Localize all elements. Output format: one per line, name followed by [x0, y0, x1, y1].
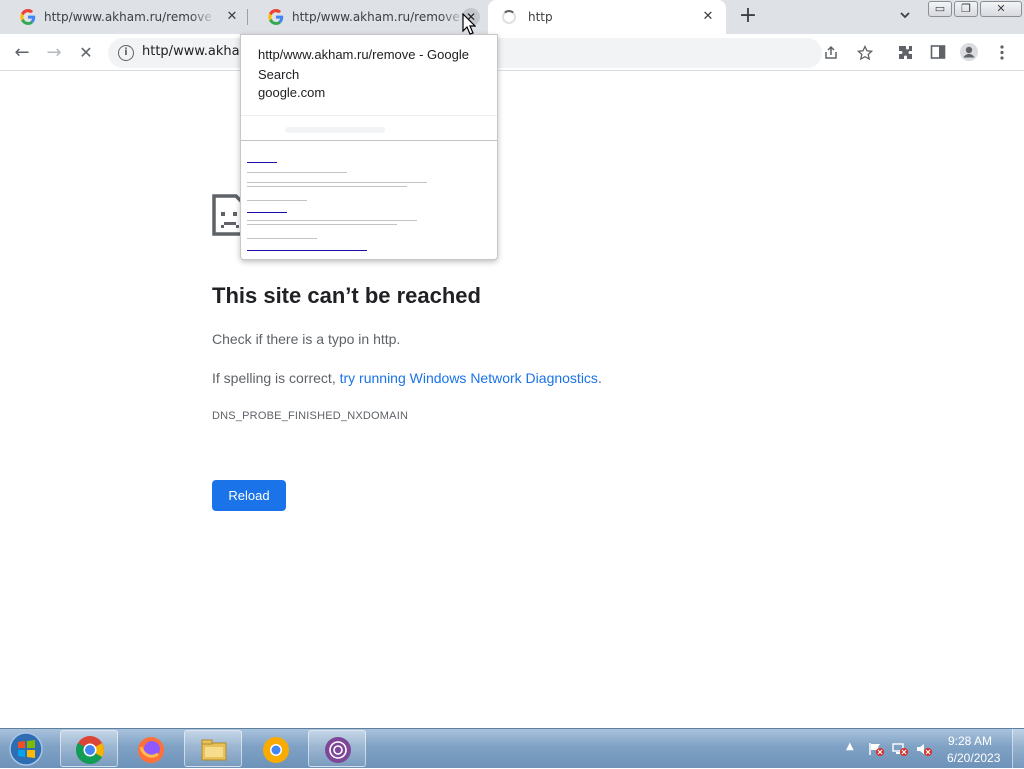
- show-desktop-button[interactable]: [1012, 729, 1024, 769]
- firefox-icon: [138, 737, 164, 763]
- tab-strip: http/www.akham.ru/remove - Google Search…: [0, 0, 1024, 34]
- menu-icon[interactable]: [996, 44, 1008, 61]
- clock-time[interactable]: 9:28 AM: [948, 734, 992, 748]
- restore-icon: ❐: [961, 2, 971, 15]
- clock-date[interactable]: 6/20/2023: [947, 751, 1000, 765]
- tab-hover-card: http/www.akham.ru/remove - Google Search…: [240, 34, 498, 260]
- minimize-icon: ▭: [934, 2, 946, 15]
- forward-button[interactable]: →: [43, 42, 65, 64]
- start-button-windows-icon[interactable]: [6, 731, 46, 767]
- error-code: DNS_PROBE_FINISHED_NXDOMAIN: [212, 410, 409, 422]
- taskbar-chrome[interactable]: [60, 730, 118, 767]
- chrome-icon: [76, 736, 104, 764]
- hover-card-thumbnail: [241, 115, 497, 259]
- show-hidden-icons-button[interactable]: ▲: [846, 741, 854, 752]
- tab-search-chevron-down-icon[interactable]: [896, 8, 914, 26]
- taskbar-firefox[interactable]: [121, 730, 179, 767]
- tor-browser-icon: [325, 737, 351, 763]
- error-heading: This site can’t be reached: [212, 283, 481, 308]
- page-content: This site can’t be reached Check if ther…: [0, 71, 1024, 728]
- taskbar-tor-browser[interactable]: [308, 730, 366, 767]
- google-favicon-icon: [20, 9, 36, 25]
- windows-taskbar: ▲ 9:28 AM 6/20/2023: [0, 728, 1024, 769]
- network-diagnostics-link[interactable]: try running Windows Network Diagnostics: [340, 370, 598, 386]
- file-explorer-icon: [201, 739, 227, 761]
- google-favicon-icon: [268, 9, 284, 25]
- window-controls: ▭ ❐ ✕: [928, 1, 1024, 19]
- tab-active-loading[interactable]: http ✕: [488, 0, 726, 34]
- tab-close-icon[interactable]: ✕: [700, 9, 716, 25]
- tab-title: http/www.akham.ru/remove - Google Search: [44, 10, 216, 24]
- error-suggestion-diagnostics: If spelling is correct, try running Wind…: [212, 370, 602, 386]
- close-window-button[interactable]: ✕: [980, 1, 1022, 17]
- share-icon[interactable]: [823, 45, 839, 61]
- error-suggestion-typo: Check if there is a typo in http.: [212, 331, 401, 347]
- diagnostics-suffix: .: [597, 370, 602, 386]
- restore-button[interactable]: ❐: [954, 1, 978, 17]
- reload-button[interactable]: Reload: [212, 480, 286, 511]
- stop-loading-button[interactable]: ✕: [75, 42, 97, 64]
- taskbar-chrome-canary[interactable]: [246, 730, 304, 767]
- tab-title: http/www.akham.ru/remove - Google Search: [292, 10, 466, 24]
- minimize-button[interactable]: ▭: [928, 1, 952, 17]
- diagnostics-prefix: If spelling is correct,: [212, 370, 340, 386]
- side-panel-icon[interactable]: [930, 44, 946, 60]
- bookmark-star-icon[interactable]: [857, 45, 873, 61]
- browser-toolbar: ← → ✕ i http/www.akham.ru/remove: [0, 34, 1024, 71]
- new-tab-button[interactable]: +: [736, 5, 760, 29]
- close-icon: ✕: [996, 2, 1006, 15]
- profile-icon[interactable]: [959, 42, 979, 62]
- back-button[interactable]: ←: [11, 42, 33, 64]
- hover-card-title: http/www.akham.ru/remove - Google Search: [258, 47, 469, 82]
- mouse-cursor-icon: [462, 13, 476, 35]
- tab-title: http: [528, 10, 553, 24]
- taskbar-file-explorer[interactable]: [184, 730, 242, 767]
- tab-close-icon[interactable]: ✕: [224, 9, 240, 25]
- hover-card-domain: google.com: [258, 85, 326, 100]
- chrome-canary-icon: [263, 737, 289, 763]
- loading-spinner-icon: [502, 10, 516, 24]
- tab-google-search-1[interactable]: http/www.akham.ru/remove - Google Search…: [0, 0, 246, 34]
- network-disconnected-icon[interactable]: [892, 742, 908, 756]
- volume-muted-icon[interactable]: [916, 742, 932, 756]
- site-info-icon[interactable]: i: [118, 45, 134, 61]
- extensions-icon[interactable]: [897, 44, 914, 61]
- tab-google-search-2[interactable]: http/www.akham.ru/remove - Google Search: [248, 0, 488, 34]
- action-center-alert-icon[interactable]: [868, 742, 884, 756]
